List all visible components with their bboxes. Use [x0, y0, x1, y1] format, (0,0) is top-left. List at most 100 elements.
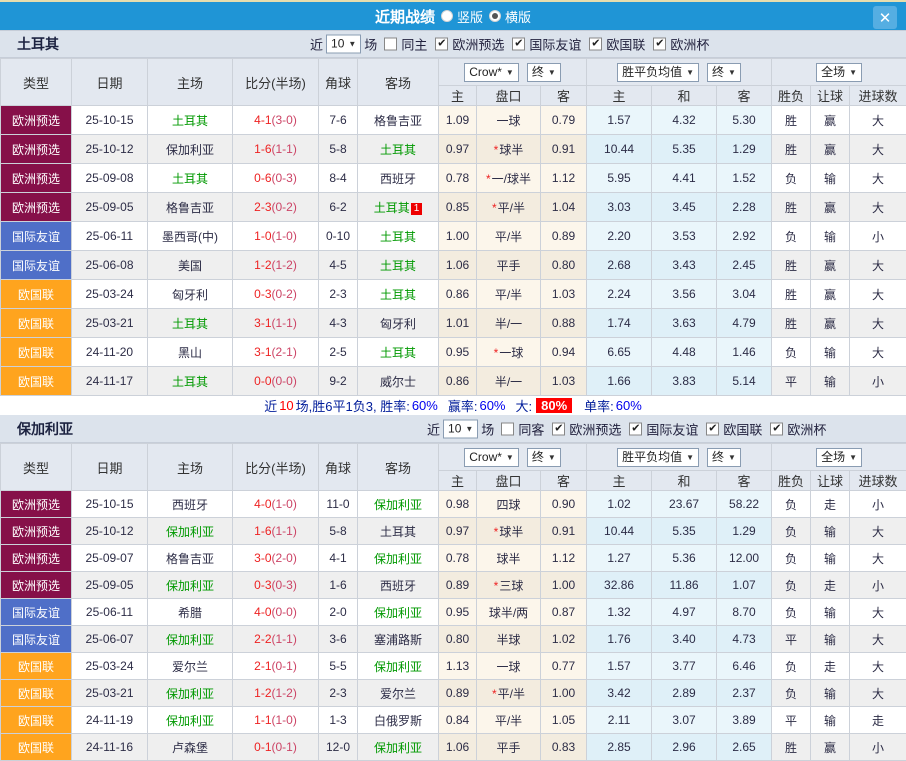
handicap-line: 平手 — [477, 251, 541, 280]
handicap-line-text: 球半 — [499, 143, 523, 157]
close-button[interactable]: ✕ — [873, 6, 897, 29]
home-team: 土耳其 — [148, 309, 233, 338]
handicap-line: 平/半 — [477, 222, 541, 251]
away-team: 保加利亚 — [358, 653, 439, 680]
corner-count: 1-6 — [319, 572, 358, 599]
halftime-score: (1-2) — [272, 258, 297, 272]
handicap-away-odds: 1.03 — [541, 280, 587, 309]
bookmaker-select[interactable]: Crow*▼ — [464, 448, 519, 467]
home-team: 格鲁吉亚 — [148, 545, 233, 572]
handicap-away-odds: 1.03 — [541, 367, 587, 396]
fulltime-score: 0-6 — [254, 171, 271, 185]
corner-count: 2-3 — [319, 680, 358, 707]
result-handicap: 赢 — [811, 734, 850, 761]
final-odds-select[interactable]: 终▼ — [527, 448, 561, 467]
check-icon: ✔ — [591, 39, 600, 50]
away-team-name: 保加利亚 — [374, 606, 422, 620]
col-header-avg-home: 主 — [587, 86, 652, 106]
away-team: 格鲁吉亚 — [358, 106, 439, 135]
league-checkbox[interactable]: ✔ — [589, 38, 602, 51]
handicap-line-text: 平手 — [496, 741, 520, 755]
avg-draw-odds: 3.83 — [652, 367, 717, 396]
avg-lose-odds: 58.22 — [717, 491, 772, 518]
handicap-line-text: 平/半 — [495, 288, 522, 302]
league-checkbox[interactable]: ✔ — [706, 422, 719, 435]
avg-lose-odds: 3.89 — [717, 707, 772, 734]
changed-line-star-icon: * — [494, 525, 499, 539]
layout-option-vertical[interactable]: 竖版 — [441, 7, 483, 26]
home-team: 黑山 — [148, 338, 233, 367]
handicap-line: *一/球半 — [477, 164, 541, 193]
final-odds-select[interactable]: 终▼ — [527, 63, 561, 82]
avg-win-odds: 3.03 — [587, 193, 652, 222]
result-wdl: 负 — [772, 222, 811, 251]
team-name: 土耳其 — [0, 34, 59, 54]
fulltime-score: 3-1 — [254, 316, 271, 330]
league-checkbox[interactable]: ✔ — [435, 38, 448, 51]
away-team: 保加利亚 — [358, 734, 439, 761]
result-wdl: 胜 — [772, 734, 811, 761]
match-row: 欧国联24-11-16卢森堡0-1(0-1)12-0保加利亚1.06平手0.83… — [1, 734, 906, 761]
league-checkbox[interactable]: ✔ — [552, 422, 565, 435]
home-team: 保加利亚 — [148, 626, 233, 653]
fulltime-score: 1-6 — [254, 524, 271, 538]
bookmaker-select[interactable]: Crow*▼ — [464, 63, 519, 82]
final-average-select[interactable]: 终▼ — [707, 63, 741, 82]
match-type-badge: 欧国联 — [1, 734, 72, 761]
changed-line-star-icon: * — [492, 201, 497, 215]
avg-lose-odds: 4.79 — [717, 309, 772, 338]
radio-selected-icon[interactable] — [489, 10, 501, 22]
games-count-select[interactable]: 10 ▼ — [326, 35, 361, 54]
fulltime-score: 4-0 — [254, 605, 271, 619]
match-date: 25-10-15 — [72, 106, 148, 135]
result-handicap: 输 — [811, 518, 850, 545]
away-team-name: 西班牙 — [380, 579, 416, 593]
result-wdl: 胜 — [772, 193, 811, 222]
result-handicap: 输 — [811, 680, 850, 707]
check-icon: ✔ — [514, 39, 523, 50]
league-checkbox[interactable]: ✔ — [629, 422, 642, 435]
result-goals: 大 — [850, 338, 906, 367]
average-type-select[interactable]: 胜平负均值▼ — [617, 448, 699, 467]
home-team-name: 保加利亚 — [166, 579, 214, 593]
same-venue-checkbox[interactable]: ✔ — [384, 38, 397, 51]
league-checkbox[interactable]: ✔ — [653, 38, 666, 51]
home-team: 保加利亚 — [148, 707, 233, 734]
team-name: 保加利亚 — [0, 419, 73, 439]
away-team-name: 匈牙利 — [380, 317, 416, 331]
match-date: 25-06-07 — [72, 626, 148, 653]
match-row: 欧洲预选25-09-07格鲁吉亚3-0(2-0)4-1保加利亚0.78球半1.1… — [1, 545, 906, 572]
layout-option-horizontal[interactable]: 横版 — [489, 7, 531, 26]
avg-draw-odds: 3.07 — [652, 707, 717, 734]
avg-draw-odds: 4.41 — [652, 164, 717, 193]
col-header-handicap: 盘口 — [477, 86, 541, 106]
col-header-avg-home: 主 — [587, 471, 652, 491]
col-header-odds-away: 客 — [541, 471, 587, 491]
games-count-select[interactable]: 10 ▼ — [443, 419, 478, 438]
halftime-score: (1-1) — [272, 316, 297, 330]
scope-select[interactable]: 全场▼ — [816, 63, 862, 82]
handicap-line: 一球 — [477, 653, 541, 680]
chevron-down-icon: ▼ — [348, 37, 356, 52]
scope-select[interactable]: 全场▼ — [816, 448, 862, 467]
corner-count: 2-3 — [319, 280, 358, 309]
handicap-away-odds: 1.12 — [541, 164, 587, 193]
chevron-down-icon: ▼ — [465, 421, 473, 436]
same-venue-checkbox[interactable]: ✔ — [501, 422, 514, 435]
match-score: 1-0(1-0) — [233, 222, 319, 251]
avg-draw-odds: 5.35 — [652, 135, 717, 164]
handicap-line: 半/一 — [477, 367, 541, 396]
halftime-score: (1-1) — [272, 142, 297, 156]
league-checkbox[interactable]: ✔ — [512, 38, 525, 51]
final-average-select[interactable]: 终▼ — [707, 448, 741, 467]
league-checkbox[interactable]: ✔ — [770, 422, 783, 435]
radio-unselected-icon[interactable] — [441, 10, 453, 22]
league-label: 欧国联 — [606, 35, 645, 54]
match-type-badge: 欧国联 — [1, 338, 72, 367]
match-date: 25-06-08 — [72, 251, 148, 280]
chevron-down-icon: ▼ — [849, 65, 857, 80]
result-wdl: 负 — [772, 572, 811, 599]
col-header-away: 客场 — [358, 444, 439, 491]
average-type-select[interactable]: 胜平负均值▼ — [617, 63, 699, 82]
match-date: 25-09-05 — [72, 193, 148, 222]
